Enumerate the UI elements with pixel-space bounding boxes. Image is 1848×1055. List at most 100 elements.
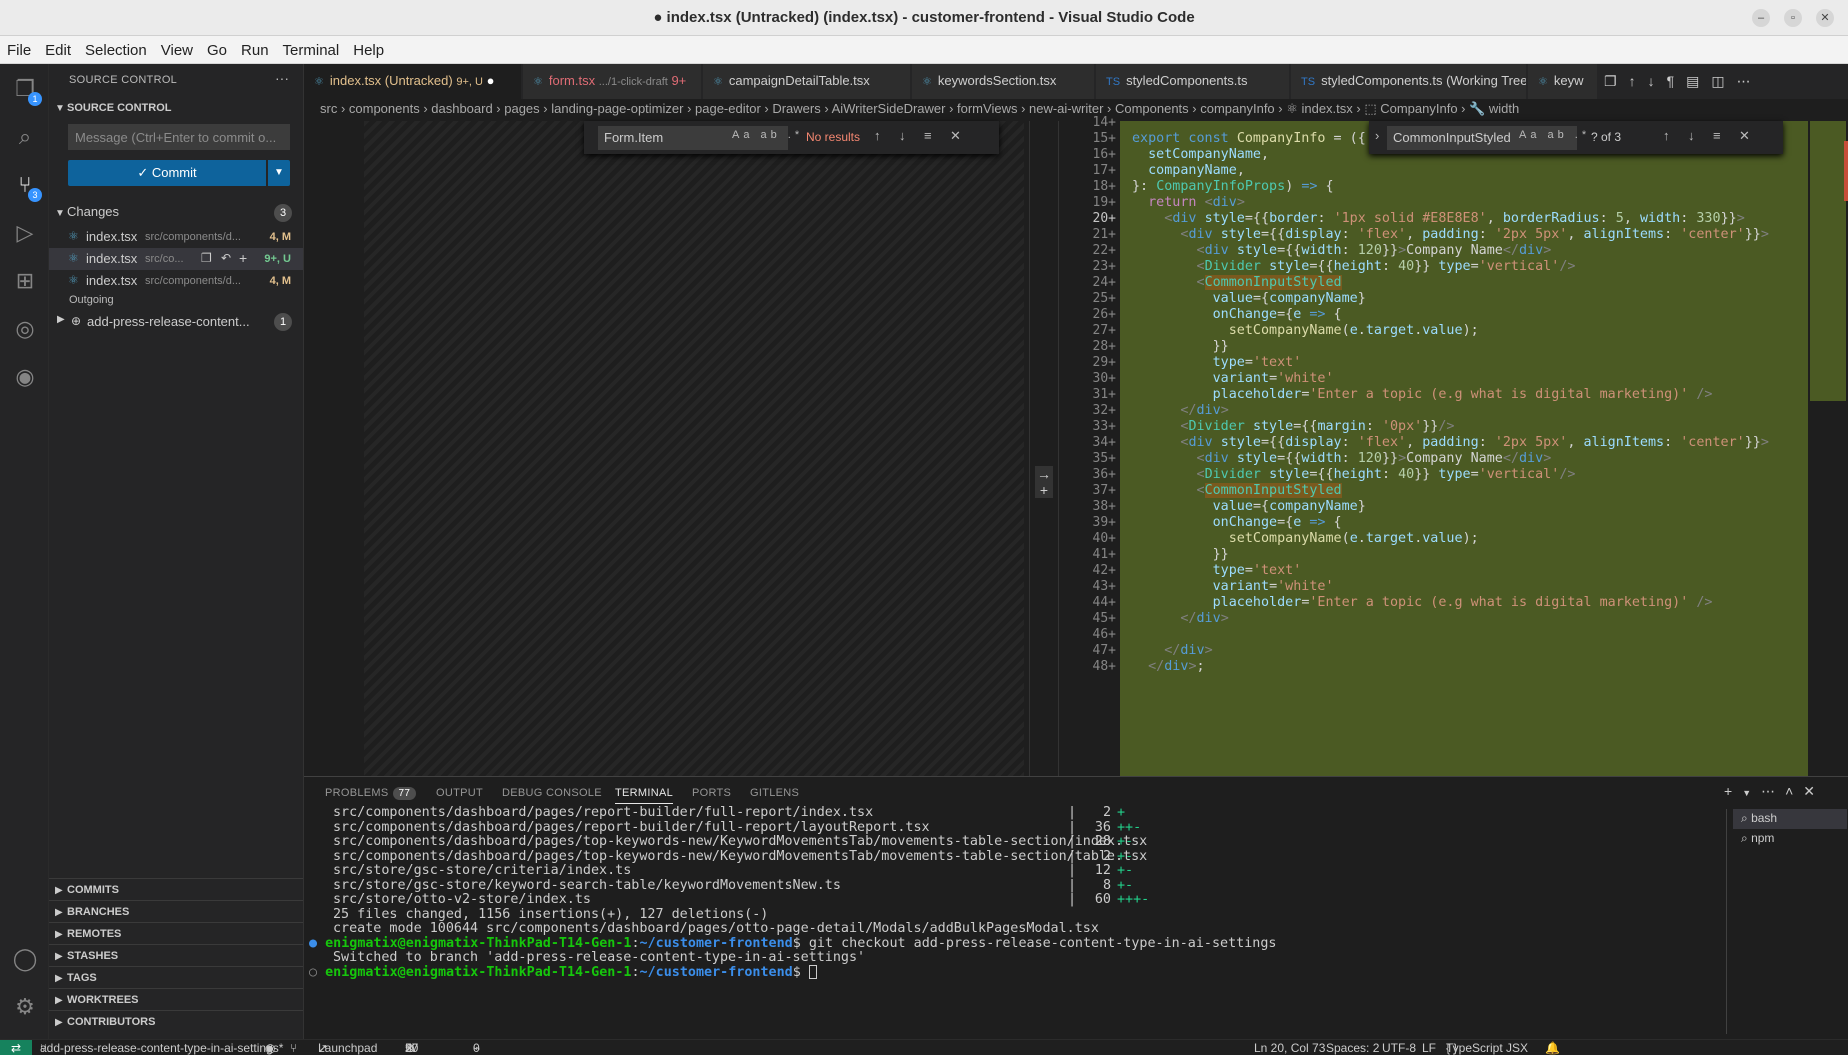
indentation[interactable]: Spaces: 2 (1326, 1040, 1379, 1055)
menu-terminal[interactable]: Terminal (276, 36, 347, 59)
change-item[interactable]: ⚛ index.tsx src/co... ❐ ↶ + 9+, U (49, 248, 303, 270)
stashes-section[interactable]: ▶ STASHES (49, 944, 303, 966)
line-number: 38+ (1092, 499, 1116, 514)
extensions-icon[interactable]: ⊞ (10, 266, 40, 296)
menu-view[interactable]: View (154, 36, 200, 59)
menu-run[interactable]: Run (234, 36, 276, 59)
menu-edit[interactable]: Edit (38, 36, 78, 59)
branches-section[interactable]: ▶ BRANCHES (49, 900, 303, 922)
tab-campaign-detail-table[interactable]: ⚛ campaignDetailTable.tsx (703, 64, 911, 99)
line-number: 29+ (1092, 355, 1116, 370)
maximize-panel-icon: ˄ (1785, 783, 1804, 799)
search-icon[interactable]: ⌕ (10, 122, 40, 152)
tab-keyw[interactable]: ⚛ keyw (1528, 64, 1598, 99)
tags-section[interactable]: ▶ TAGS (49, 966, 303, 988)
stage-changes-icon[interactable]: + (239, 250, 247, 266)
discard-changes-icon[interactable]: ↶ (221, 251, 231, 265)
remote-indicator-icon[interactable]: ⇄ (0, 1040, 32, 1055)
terminal-npm[interactable]: ⌕ npm (1733, 829, 1847, 849)
menu-help[interactable]: Help (346, 36, 391, 59)
find-options[interactable]: Aa ab .* (1519, 129, 1590, 141)
arrow-up-icon[interactable]: ↑ (1663, 128, 1670, 143)
commit-button[interactable]: ✓ Commit (68, 160, 266, 186)
diff-modified-pane[interactable]: 14+ 15+ 16+ 17+ 18+ 19+ 20+ 21+ 22+ 23+ 24+ 25+ 26+ 2… (1059, 115, 1848, 776)
notifications-bell-icon[interactable]: 🔔 (1545, 1040, 1560, 1055)
tab-styled-components[interactable]: TS styledComponents.ts (1096, 64, 1290, 99)
open-file-icon[interactable]: ❐ (201, 251, 212, 265)
line-number: 30+ (1092, 371, 1116, 386)
diff-original-pane[interactable]: Form.Item Aa ab .* No results ↑ ↓ ≡ ✕ (304, 121, 1029, 776)
source-control-section[interactable]: ▼ SOURCE CONTROL (55, 102, 172, 114)
outgoing-item[interactable]: ▶ ⊕ add-press-release-content... (49, 311, 303, 333)
tab-debug-console[interactable]: DEBUG CONSOLE (502, 787, 602, 799)
editor-actions[interactable]: ❐↑↓¶▤◫⋯ (1604, 73, 1763, 90)
plus-icon: + (1039, 482, 1049, 498)
more-actions-icon[interactable]: ··· (275, 70, 289, 86)
maximize-icon[interactable]: ▫ (1784, 9, 1802, 27)
remotes-section[interactable]: ▶ REMOTES (49, 922, 303, 944)
commits-section[interactable]: ▶ COMMITS (49, 878, 303, 900)
encoding[interactable]: UTF-8 (1382, 1040, 1416, 1055)
outgoing-label: Outgoing (69, 294, 114, 306)
react-file-icon: ⚛ (922, 76, 932, 88)
remote-explorer-icon[interactable]: ◉ (10, 362, 40, 392)
worktrees-section[interactable]: ▶ WORKTREES (49, 988, 303, 1010)
selection-icon[interactable]: ≡ (1713, 128, 1721, 143)
changes-group[interactable]: ▼ Changes (55, 204, 119, 219)
tab-form[interactable]: ⚛ form.tsx .../1-click-draft 9+ (523, 64, 702, 99)
more-actions-icon: ⋯ (1761, 783, 1786, 799)
react-file-icon: ⚛ (713, 76, 723, 88)
change-item[interactable]: ⚛ index.tsx src/components/d... 4, M (49, 226, 303, 248)
settings-gear-icon[interactable]: ⚙ (10, 992, 40, 1022)
minimize-icon[interactable]: – (1752, 9, 1770, 27)
tab-output[interactable]: OUTPUT (436, 787, 483, 799)
commit-message-input[interactable]: Message (Ctrl+Enter to commit o... (68, 124, 290, 150)
panel-actions[interactable]: +▼⋯˄✕ (1724, 783, 1825, 800)
section-label: SOURCE CONTROL (67, 102, 172, 114)
react-file-icon: ⚛ (68, 273, 79, 287)
line-number: 44+ (1092, 595, 1116, 610)
tab-styled-components-working-tree[interactable]: TS styledComponents.ts (Working Tree) (1291, 64, 1527, 99)
tab-index-untracked[interactable]: ⚛ index.tsx (Untracked) 9+, U ● (304, 64, 522, 99)
tab-ports[interactable]: PORTS (692, 787, 731, 799)
terminal-bash[interactable]: ⌕ bash (1733, 809, 1847, 829)
change-item[interactable]: ⚛ index.tsx src/components/d... 4, M (49, 270, 303, 292)
split-editor-icon: ◫ (1711, 73, 1737, 89)
selection-icon[interactable]: ≡ (924, 128, 932, 143)
gitlens-icon[interactable]: ◎ (10, 314, 40, 344)
find-options[interactable]: Aa ab .* (732, 129, 803, 141)
switched-branch-line: Switched to branch 'add-press-release-co… (333, 950, 866, 965)
find-widget-left: Form.Item Aa ab .* No results ↑ ↓ ≡ ✕ (584, 121, 999, 154)
added-code-block[interactable]: export const CompanyInfo = ({ setCompany… (1120, 121, 1808, 776)
source-control-icon[interactable]: ⑂ 3 (10, 170, 42, 202)
menu-file[interactable]: File (0, 36, 38, 59)
line-number: 41+ (1092, 547, 1116, 562)
gitlens-status-icon[interactable]: ⑂ (290, 1040, 297, 1055)
react-file-icon: ⚛ (314, 76, 324, 88)
arrow-up-icon[interactable]: ↑ (874, 128, 881, 143)
menu-selection[interactable]: Selection (78, 36, 154, 59)
tab-terminal[interactable]: TERMINAL (615, 787, 674, 804)
diff-actions[interactable]: → + (1035, 466, 1053, 498)
line-number: 31+ (1092, 387, 1116, 402)
arrow-down-icon[interactable]: ↓ (1688, 128, 1695, 143)
close-window-icon[interactable]: ✕ (1816, 9, 1834, 27)
chevron-right-icon[interactable]: › (1375, 128, 1379, 143)
arrow-down-icon[interactable]: ↓ (899, 128, 906, 143)
line-ending[interactable]: LF (1422, 1040, 1436, 1055)
run-debug-icon[interactable]: ▷ (10, 218, 40, 248)
cursor-position[interactable]: Ln 20, Col 73 (1254, 1040, 1325, 1055)
menu-go[interactable]: Go (200, 36, 234, 59)
tab-gitlens[interactable]: GITLENS (750, 787, 799, 799)
tab-keywords-section[interactable]: ⚛ keywordsSection.tsx (912, 64, 1095, 99)
close-icon[interactable]: ✕ (950, 128, 961, 144)
close-icon[interactable]: ✕ (1739, 128, 1750, 144)
contributors-section[interactable]: ▶ CONTRIBUTORS (49, 1010, 303, 1032)
tab-problems[interactable]: PROBLEMS 77 (325, 787, 417, 800)
commit-dropdown-button[interactable]: ▼ (268, 160, 290, 186)
sync-icon[interactable]: ◉ (265, 1040, 275, 1055)
minimap[interactable] (1808, 121, 1848, 776)
explorer-icon[interactable]: ❐ 1 (10, 74, 42, 106)
file-name: index.tsx (86, 229, 138, 244)
account-icon[interactable]: ◯ (10, 944, 40, 974)
